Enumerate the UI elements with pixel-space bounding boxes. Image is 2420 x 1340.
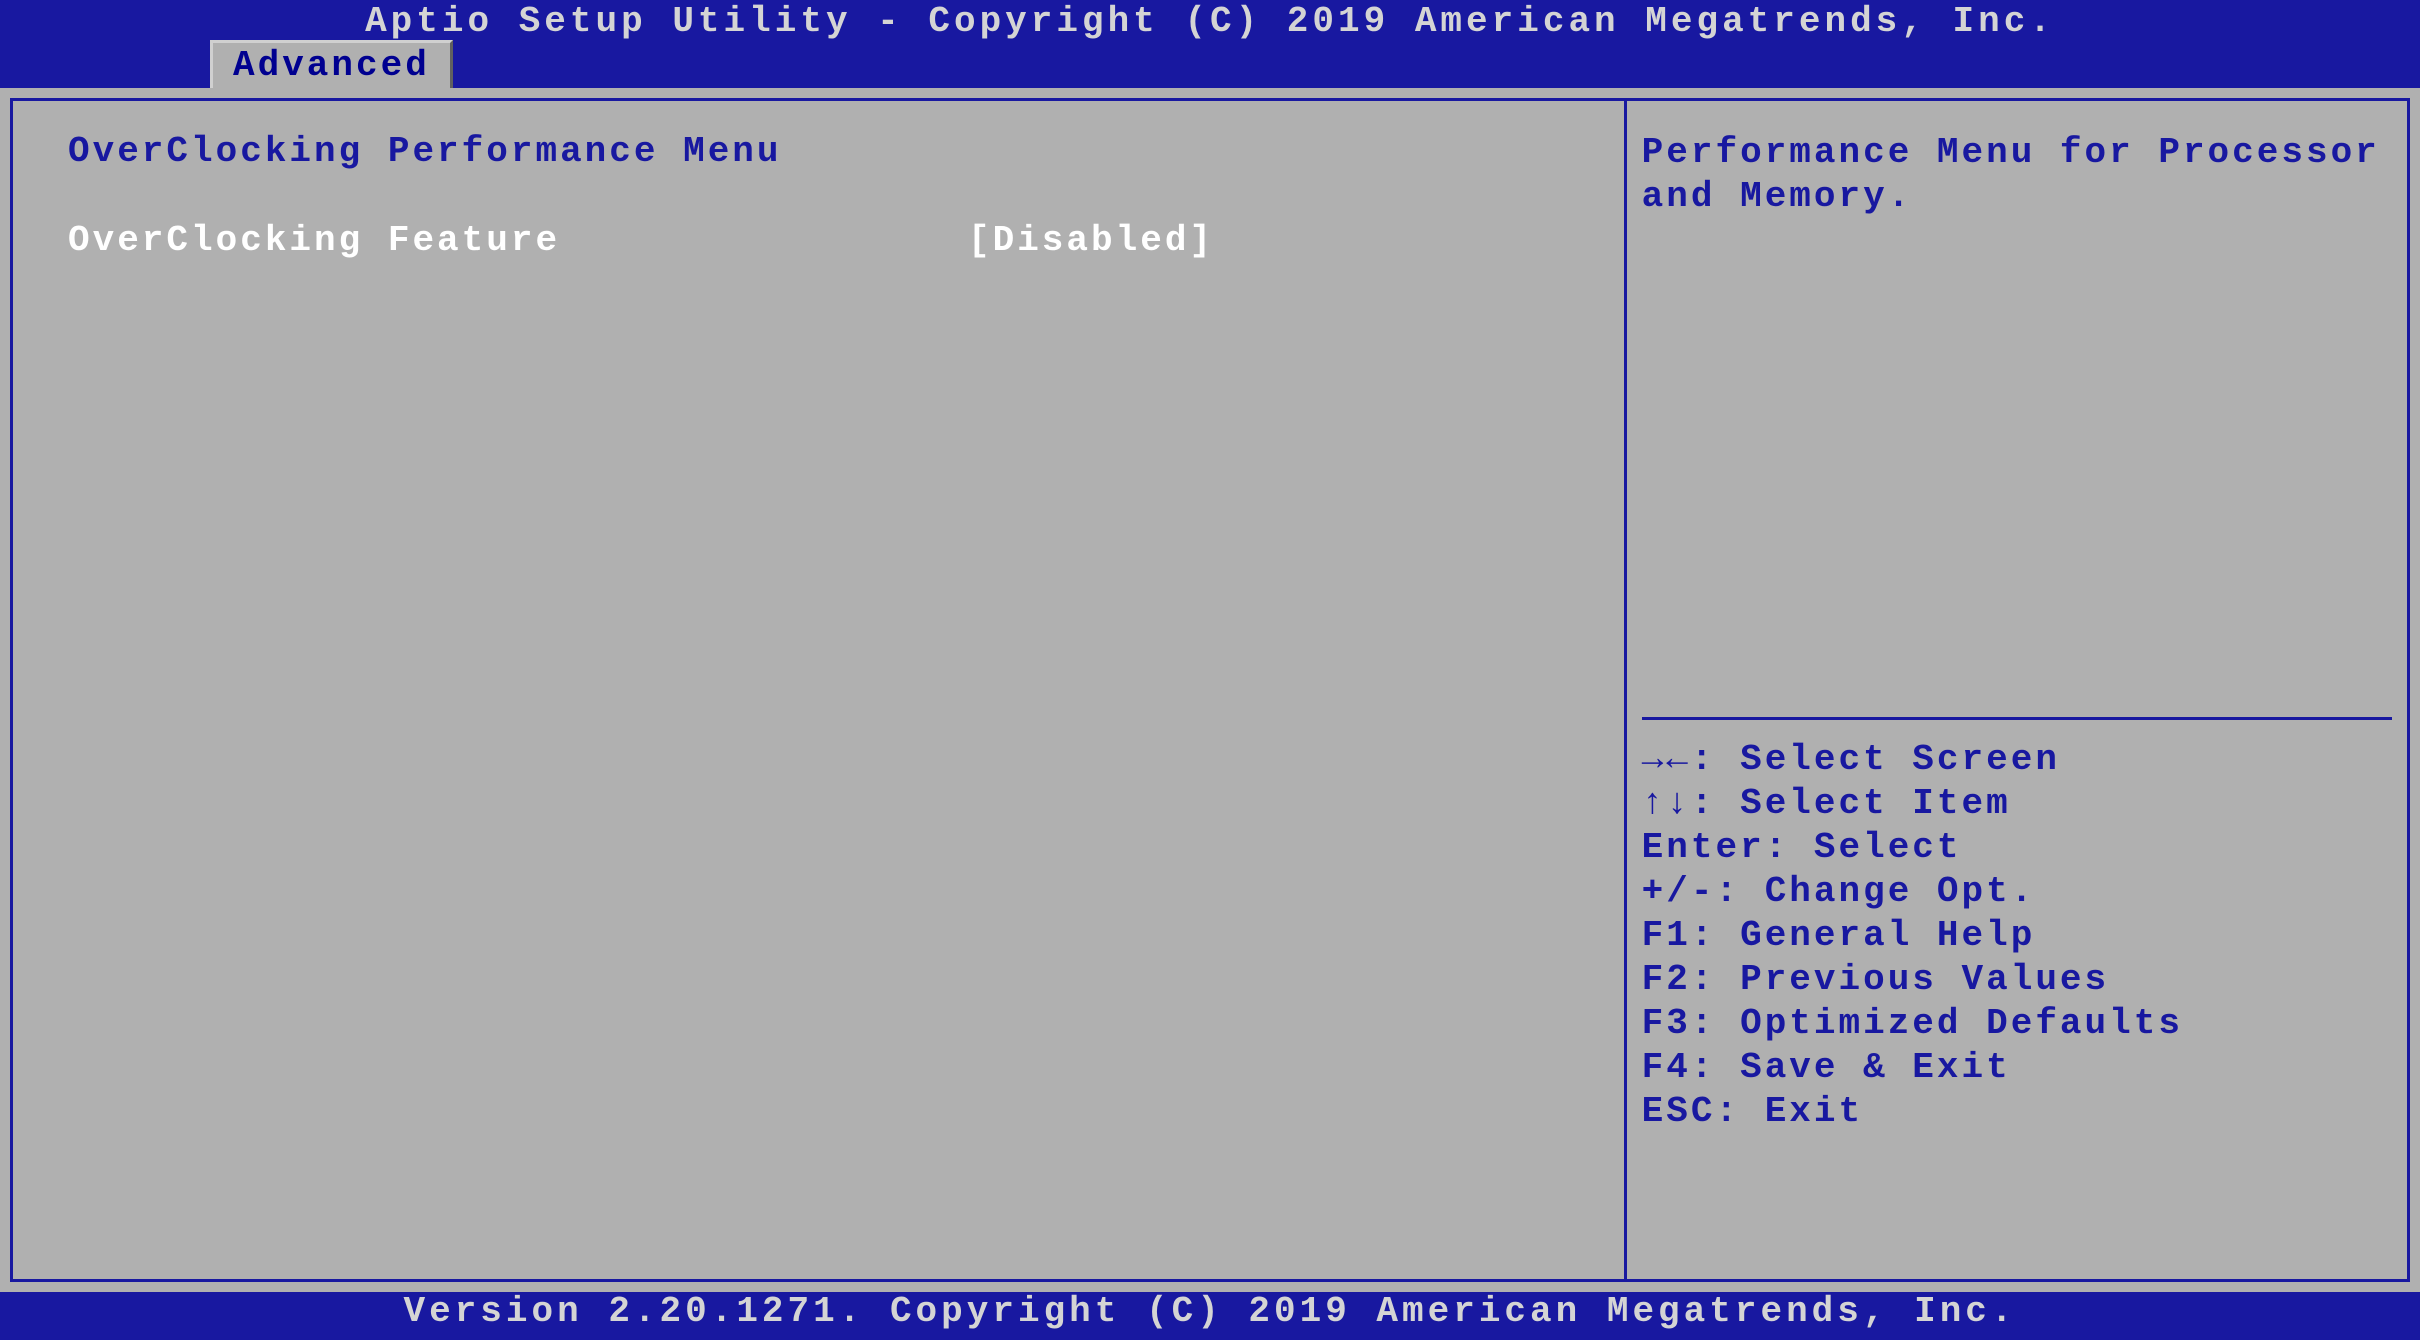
key-hint-optimized-defaults: F3: Optimized Defaults: [1642, 1002, 2392, 1046]
help-panel: Performance Menu for Processor and Memor…: [1624, 98, 2410, 1282]
key-hint-select-item: ↑↓: Select Item: [1642, 782, 2392, 826]
key-hint-select-screen: →←: Select Screen: [1642, 738, 2392, 782]
title-bar: Aptio Setup Utility - Copyright (C) 2019…: [0, 0, 2420, 44]
version-text: Version 2.20.1271. Copyright (C) 2019 Am…: [403, 1291, 2016, 1332]
tab-bar: Advanced: [0, 44, 2420, 88]
key-hint-enter: Enter: Select: [1642, 826, 2392, 870]
key-hint-previous-values: F2: Previous Values: [1642, 958, 2392, 1002]
help-text: Performance Menu for Processor and Memor…: [1642, 131, 2392, 219]
settings-panel: OverClocking Performance Menu OverClocki…: [10, 98, 1624, 1282]
bios-window: Aptio Setup Utility - Copyright (C) 2019…: [0, 0, 2420, 1340]
setting-value: [Disabled]: [968, 220, 1214, 261]
key-hint-change-opt: +/-: Change Opt.: [1642, 870, 2392, 914]
app-title: Aptio Setup Utility - Copyright (C) 2019…: [365, 1, 2055, 42]
setting-label: OverClocking Feature: [68, 220, 968, 261]
help-spacer: [1642, 219, 2392, 699]
tab-label: Advanced: [233, 45, 430, 86]
key-hint-general-help: F1: General Help: [1642, 914, 2392, 958]
page-title: OverClocking Performance Menu: [68, 131, 1569, 172]
key-hint-save-exit: F4: Save & Exit: [1642, 1046, 2392, 1090]
key-hint-exit: ESC: Exit: [1642, 1090, 2392, 1134]
tab-advanced[interactable]: Advanced: [210, 40, 453, 88]
setting-row-overclocking-feature[interactable]: OverClocking Feature [Disabled]: [68, 220, 1569, 261]
footer-bar: Version 2.20.1271. Copyright (C) 2019 Am…: [0, 1292, 2420, 1340]
panel-divider: [1642, 717, 2392, 720]
main-area: OverClocking Performance Menu OverClocki…: [0, 88, 2420, 1292]
key-hints: →←: Select Screen ↑↓: Select Item Enter:…: [1642, 738, 2392, 1134]
